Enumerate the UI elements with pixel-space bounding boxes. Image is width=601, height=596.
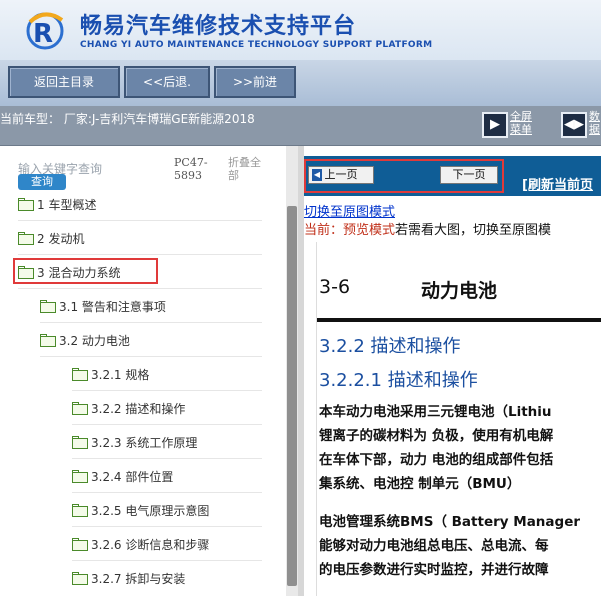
mode-prefix: 当前： [304,223,344,238]
paragraph-line: 本车动力电池采用三元锂电池（Lithiu [319,404,552,420]
document-page: 3-6 动力电池 3.2.2 描述和操作 3.2.2.1 描述和操作 本车动力电… [316,242,601,596]
logo-icon: R [26,12,64,50]
paragraph-1: 本车动力电池采用三元锂电池（Lithiu 锂离子的碳材料为 负极，使用有机电解 … [319,400,553,496]
heading-level-1: 3.2.2 描述和操作 [319,336,461,357]
current-mode-line: 当前：预览模式若需看大图，切换至原图模 [304,219,551,238]
selection-highlight [13,258,158,284]
tree-item-vehicle-overview[interactable]: 1 车型概述 [18,196,96,218]
section-rule [317,318,601,322]
divider [72,560,262,561]
vehicle-info-bar: 当前车型： 厂家:J-吉利汽车博瑞GE新能源2018 ▶ 全屏菜单 ◀▶ 数据 [0,106,601,146]
tree-scrollbar-thumb[interactable] [287,206,297,586]
divider [72,492,262,493]
mode-name: 预览模式 [343,223,396,238]
divider [18,220,262,221]
svg-text:R: R [33,19,53,49]
heading-level-2: 3.2.2.1 描述和操作 [319,370,478,391]
home-button[interactable]: 返回主目录 [8,66,120,98]
search-button[interactable]: 查询 [18,174,66,190]
folder-icon [72,402,88,415]
folder-icon [72,572,88,585]
app-title: 畅易汽车维修技术支持平台 [80,14,357,39]
section-number: 3-6 [319,276,351,298]
folder-icon [72,538,88,551]
navigation-tree-pane: 输入关键字查询 查询 PC47-5893 折叠全部 1 车型概述 2 发动机 3… [0,146,286,596]
fullscreen-menu-link[interactable]: 全屏菜单 [510,110,542,136]
divider [72,390,262,391]
divider [18,288,262,289]
tree-item-description-operation[interactable]: 3.2.2 描述和操作 [72,400,185,422]
folder-icon [40,300,56,313]
current-model-label: 当前车型： 厂家:J-吉利汽车博瑞GE新能源2018 [0,112,255,126]
folder-icon [72,504,88,517]
folder-icon [18,198,34,211]
paragraph-line: 的电压参数进行实时监控，并进行故障 [319,562,549,578]
folder-icon [72,470,88,483]
divider [72,424,262,425]
tree-item-system-principle[interactable]: 3.2.3 系统工作原理 [72,434,197,456]
collapse-all-button[interactable]: 折叠全部 [228,156,268,182]
forward-button[interactable]: >>前进 [214,66,296,98]
tree-item-specifications[interactable]: 3.2.1 规格 [72,366,149,388]
divider [40,322,262,323]
divider [40,356,262,357]
folder-icon [18,232,34,245]
tree-item-warnings[interactable]: 3.1 警告和注意事项 [40,298,166,320]
main-toolbar: 返回主目录 <<后退. >>前进 [0,60,601,106]
section-title: 动力电池 [421,280,498,302]
tree-item-power-battery[interactable]: 3.2 动力电池 [40,332,130,354]
divider [72,458,262,459]
paragraph-line: 电池管理系统BMS（ Battery Manager [319,514,581,530]
fullscreen-menu-icon[interactable]: ▶ [482,112,508,138]
dual-pane-icon[interactable]: ◀▶ [561,112,587,138]
paragraph-2: 电池管理系统BMS（ Battery Manager 能够对动力电池组总电压、总… [319,510,580,582]
app-header: R 畅易汽车维修技术支持平台 CHANG YI AUTO MAINTENANCE… [0,0,601,60]
tree-item-engine[interactable]: 2 发动机 [18,230,84,252]
back-button[interactable]: <<后退. [124,66,210,98]
mode-hint: 若需看大图，切换至原图模 [395,223,552,238]
divider [72,526,262,527]
tree-item-component-location[interactable]: 3.2.4 部件位置 [72,468,173,490]
paragraph-line: 集系统、电池控 制单元（BMU） [319,476,521,492]
tree-item-diagnostics[interactable]: 3.2.6 诊断信息和步骤 [72,536,209,558]
folder-icon [72,436,88,449]
open-folder-icon [40,334,56,347]
folder-icon [72,368,88,381]
paragraph-line: 锂离子的碳材料为 负极，使用有机电解 [319,428,554,444]
refresh-page-link[interactable]: [刷新当前页 [522,174,593,193]
dual-pane-link[interactable]: 数据 [589,110,601,136]
pc-code-label: PC47-5893 [174,156,208,182]
tree-item-removal-installation[interactable]: 3.2.7 拆卸与安装 [72,570,185,592]
paragraph-line: 能够对动力电池组总电压、总电流、每 [319,538,549,554]
app-subtitle: CHANG YI AUTO MAINTENANCE TECHNOLOGY SUP… [80,40,433,50]
divider [18,254,262,255]
document-viewer-pane: ◀ 上一页 下一页 [刷新当前页 切换至原图模式 当前：预览模式若需看大图，切换… [304,146,601,596]
tree-scrollbar[interactable] [286,146,298,596]
tree-item-electrical-diagram[interactable]: 3.2.5 电气原理示意图 [72,502,209,524]
switch-to-original-link[interactable]: 切换至原图模式 [304,201,395,220]
paragraph-line: 在车体下部，动力 电池的组成部件包括 [319,452,554,468]
nav-highlight-box [304,159,504,193]
